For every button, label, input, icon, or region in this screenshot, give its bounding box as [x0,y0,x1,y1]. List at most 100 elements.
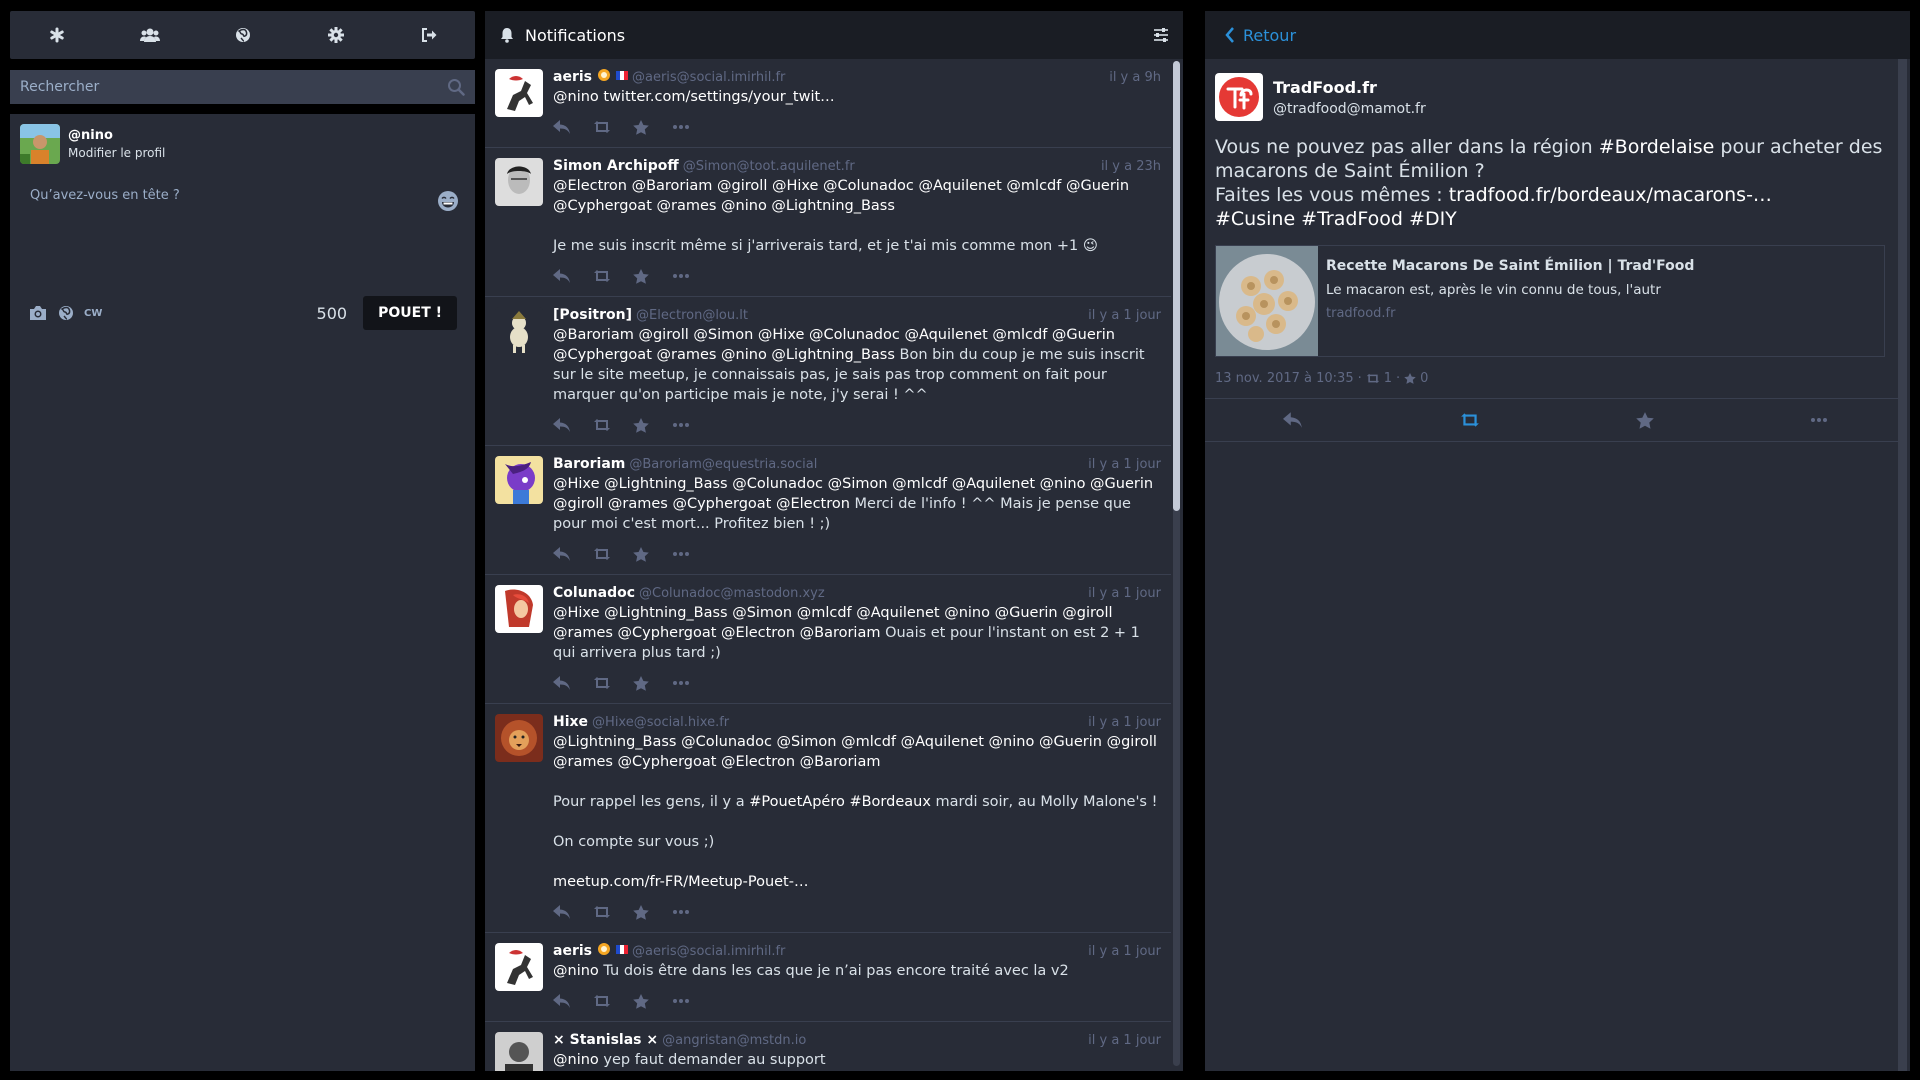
add-media-button[interactable] [28,305,48,321]
avatar[interactable] [495,1032,543,1071]
favourite-button[interactable] [1636,411,1655,429]
favourite-button[interactable] [633,417,655,433]
status[interactable]: Colunadoc @Colunadoc@mastodon.xyz il y a… [485,575,1171,704]
status-link[interactable]: tradfood.fr/bordeaux/macarons-… [1449,184,1772,206]
boost-button[interactable] [593,120,615,134]
more-button[interactable] [673,552,695,556]
status-time[interactable]: il y a 1 jour [1088,944,1161,959]
avatar[interactable] [495,456,543,504]
status-time[interactable]: il y a 23h [1101,159,1161,174]
status-time[interactable]: il y a 9h [1109,70,1161,85]
hashtag-list[interactable]: #Cusine #TradFood #DIY [1215,207,1885,231]
profile-handle[interactable]: @nino [68,128,165,143]
scrollbar[interactable] [1898,59,1907,1071]
more-button[interactable] [673,274,695,278]
status-time[interactable]: il y a 1 jour [1088,586,1161,601]
display-name[interactable]: aeris [553,69,592,85]
reply-button[interactable] [553,905,575,919]
reply-button[interactable] [553,120,575,134]
privacy-button[interactable] [58,305,74,321]
boost-button[interactable] [593,418,615,432]
account-handle[interactable]: @Colunadoc@mastodon.xyz [639,586,825,601]
favourite-button[interactable] [633,546,655,562]
account-handle[interactable]: @Baroriam@equestria.social [629,457,817,472]
account-handle[interactable]: @Electron@lou.lt [636,308,748,323]
account-handle[interactable]: @aeris@social.imirhil.fr [632,944,785,959]
mention-list[interactable]: @nino [553,963,599,979]
status-time[interactable]: il y a 1 jour [1088,715,1161,730]
status-account[interactable]: TradFood.fr @tradfood@mamot.fr [1215,73,1885,121]
favourite-count[interactable]: 0 [1420,371,1428,386]
account-handle[interactable]: @angristan@mstdn.io [662,1033,806,1048]
hashtag-link[interactable]: #PouetApéro [749,794,845,810]
display-name[interactable]: Simon Archipoff [553,158,679,174]
display-name[interactable]: [Positron] [553,307,632,323]
search-icon[interactable] [447,78,465,96]
status-time[interactable]: il y a 1 jour [1088,1033,1161,1048]
display-name[interactable]: Colunadoc [553,585,635,601]
search-input[interactable] [10,70,475,104]
scrollbar-thumb[interactable] [1173,61,1180,511]
boost-button[interactable] [593,269,615,283]
content-warning-button[interactable]: CW [84,308,102,319]
boost-button[interactable] [593,676,615,690]
edit-profile-link[interactable]: Modifier le profil [68,146,165,160]
display-name[interactable]: × Stanislas × [553,1032,658,1048]
more-button[interactable] [673,423,695,427]
emoji-picker-icon[interactable] [437,190,459,212]
more-button[interactable] [1810,418,1827,422]
avatar[interactable] [495,714,543,762]
status[interactable]: aeris @aeris@social.imirhil.fr il y a 1 … [485,933,1171,1022]
more-button[interactable] [673,125,695,129]
display-name[interactable]: Baroriam [553,456,625,472]
favourite-button[interactable] [633,993,655,1009]
account-handle[interactable]: @Hixe@social.hixe.fr [592,715,729,730]
avatar[interactable] [495,585,543,633]
boost-button[interactable] [593,547,615,561]
favourite-button[interactable] [633,268,655,284]
sliders-icon[interactable] [1153,28,1169,42]
display-name[interactable]: Hixe [553,714,588,730]
reply-button[interactable] [553,994,575,1008]
avatar[interactable] [495,307,543,355]
back-button[interactable]: Retour [1225,26,1296,45]
boost-button[interactable] [1460,412,1480,428]
more-button[interactable] [673,999,695,1003]
more-button[interactable] [673,910,695,914]
reply-button[interactable] [553,269,575,283]
publish-button[interactable]: POUET ! [363,296,457,330]
favourite-button[interactable] [633,675,655,691]
boost-button[interactable] [593,994,615,1008]
display-name[interactable]: TradFood.fr [1273,78,1426,97]
boost-button[interactable] [593,905,615,919]
account-handle[interactable]: @tradfood@mamot.fr [1273,101,1426,117]
hashtag-link[interactable]: #Bordelaise [1599,136,1715,158]
account-handle[interactable]: @aeris@social.imirhil.fr [632,70,785,85]
federated-timeline-button[interactable] [223,15,263,55]
status-link[interactable]: meetup.com/fr-FR/Meetup-Pouet-… [553,872,1161,892]
favourite-button[interactable] [633,119,655,135]
status-date[interactable]: 13 nov. 2017 à 10:35 [1215,371,1354,386]
reply-button[interactable] [553,676,575,690]
boost-count[interactable]: 1 [1384,371,1392,386]
status[interactable]: × Stanislas × @angristan@mstdn.io il y a… [485,1022,1171,1071]
link-card[interactable]: Recette Macarons De Saint Émilion | Trad… [1215,245,1885,357]
logout-button[interactable] [409,15,449,55]
preferences-button[interactable] [316,15,356,55]
status[interactable]: Hixe @Hixe@social.hixe.fr il y a 1 jour … [485,704,1171,933]
column-header[interactable]: Notifications [485,11,1183,59]
status[interactable]: aeris @aeris@social.imirhil.fr il y a 9h… [485,59,1171,148]
account-handle[interactable]: @Simon@toot.aquilenet.fr [683,159,855,174]
local-timeline-button[interactable] [130,15,170,55]
reply-button[interactable] [1283,412,1303,428]
avatar[interactable] [20,124,60,164]
avatar[interactable] [495,158,543,206]
reply-button[interactable] [553,418,575,432]
scrollbar[interactable] [1173,61,1180,1066]
avatar[interactable] [1215,73,1263,121]
favourite-button[interactable] [633,904,655,920]
getting-started-button[interactable] [37,15,77,55]
avatar[interactable] [495,69,543,117]
more-button[interactable] [673,681,695,685]
compose-textarea[interactable] [20,178,465,288]
